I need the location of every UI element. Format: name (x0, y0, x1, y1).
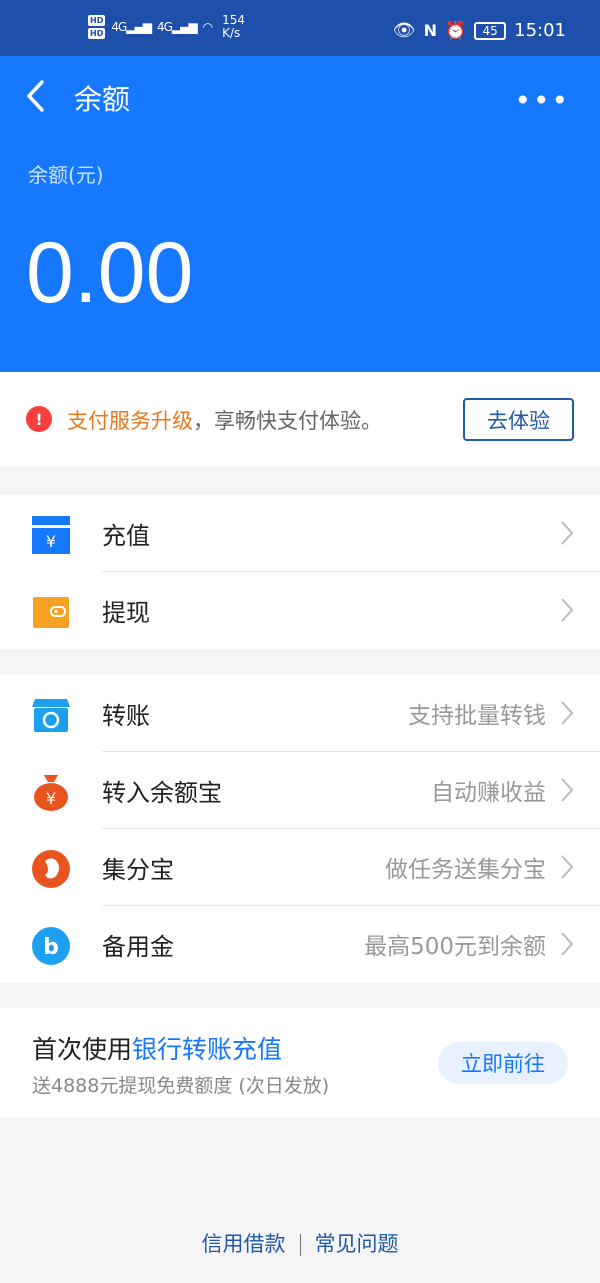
list-item-jifenbao[interactable]: 集分宝 做任务送集分宝 (0, 829, 600, 906)
nfc-icon: N (423, 21, 437, 40)
item-subtitle: 自动赚收益 (431, 780, 546, 806)
list-item-transfer[interactable]: 转账 支持批量转钱 (0, 675, 600, 752)
recharge-icon: ¥ (32, 516, 70, 554)
signal-icon: 4G▂▄▆ (111, 20, 152, 34)
svg-text:¥: ¥ (46, 789, 56, 808)
chevron-right-icon (561, 701, 574, 725)
chevron-right-icon (561, 598, 574, 622)
chevron-right-icon (561, 778, 574, 802)
try-now-button[interactable]: 去体验 (463, 398, 574, 441)
chevron-right-icon (561, 932, 574, 956)
jifenbao-icon (32, 850, 70, 888)
status-left: HD HD 4G▂▄▆ 4G▂▄▆ ◠ 154 K/s (88, 14, 245, 40)
item-label: 提现 (102, 599, 150, 627)
item-label: 转账 (102, 702, 150, 730)
wallet-icon (33, 597, 69, 628)
chevron-right-icon (561, 521, 574, 545)
signal-icon-2: 4G▂▄▆ (156, 20, 198, 34)
reserve-fund-icon: b (32, 927, 70, 965)
clock: 15:01 (514, 20, 566, 41)
balance-label: 余额(元) (28, 163, 104, 187)
item-label: 充值 (102, 522, 150, 550)
money-bag-icon: ¥ (34, 775, 68, 811)
list-item-reserve-fund[interactable]: b 备用金 最高500元到余额 (0, 906, 600, 983)
hd-badge-2: HD (88, 28, 106, 39)
balance-header: 余额 ••• 余额(元) 0.00 (0, 56, 600, 372)
network-speed: 154 K/s (222, 13, 245, 40)
bank-transfer-promo: 首次使用银行转账充值 送4888元提现免费额度 (次日发放) 立即前往 (0, 1008, 600, 1118)
wifi-icon: ◠ (202, 20, 214, 34)
back-arrow-icon[interactable] (22, 76, 52, 116)
promo-title: 首次使用银行转账充值 (32, 1035, 283, 1064)
battery-icon: 45 (474, 21, 507, 40)
footer-links: 信用借款 常见问题 (0, 1228, 600, 1258)
go-now-button[interactable]: 立即前往 (438, 1042, 568, 1084)
list-item-recharge[interactable]: ¥ 充值 (0, 495, 600, 572)
svg-text:¥: ¥ (46, 532, 56, 551)
promo-link[interactable]: 银行转账充值 (132, 1035, 282, 1064)
credit-loan-link[interactable]: 信用借款 (202, 1232, 286, 1256)
list-item-withdraw[interactable]: 提现 (0, 572, 600, 649)
group-transfer: 转账 支持批量转钱 ¥ 转入余额宝 自动赚收益 集分宝 做任务送集分宝 b 备用… (0, 675, 600, 983)
item-label: 备用金 (102, 933, 174, 961)
item-subtitle: 做任务送集分宝 (385, 857, 546, 883)
balance-amount: 0.00 (26, 225, 194, 321)
item-label: 集分宝 (102, 856, 174, 884)
item-subtitle: 支持批量转钱 (408, 703, 546, 729)
promo-subtitle: 送4888元提现免费额度 (次日发放) (32, 1075, 330, 1097)
eye-icon: 👁 (392, 20, 416, 41)
status-right: 👁 N ⏰ 45 15:01 (393, 20, 566, 41)
item-subtitle: 最高500元到余额 (364, 934, 546, 960)
alarm-icon: ⏰ (444, 20, 467, 41)
notice-text: 支付服务升级，享畅快支付体验。 (67, 409, 382, 433)
notice-highlight: 支付服务升级 (67, 409, 193, 433)
page-title: 余额 (74, 83, 131, 116)
more-options-icon[interactable]: ••• (514, 84, 570, 117)
transfer-store-icon (32, 699, 70, 732)
faq-link[interactable]: 常见问题 (315, 1232, 399, 1256)
list-item-yuebao[interactable]: ¥ 转入余额宝 自动赚收益 (0, 752, 600, 829)
chevron-right-icon (561, 855, 574, 879)
status-bar: HD HD 4G▂▄▆ 4G▂▄▆ ◠ 154 K/s 👁 N ⏰ 45 15:… (0, 0, 600, 56)
svg-text:b: b (43, 935, 59, 960)
upgrade-notice: ! 支付服务升级，享畅快支付体验。 去体验 (0, 372, 600, 467)
item-label: 转入余额宝 (102, 779, 222, 807)
footer-separator (299, 1234, 301, 1256)
group-recharge-withdraw: ¥ 充值 提现 (0, 495, 600, 649)
hd-badge-1: HD (88, 15, 106, 26)
warning-icon: ! (26, 406, 52, 432)
